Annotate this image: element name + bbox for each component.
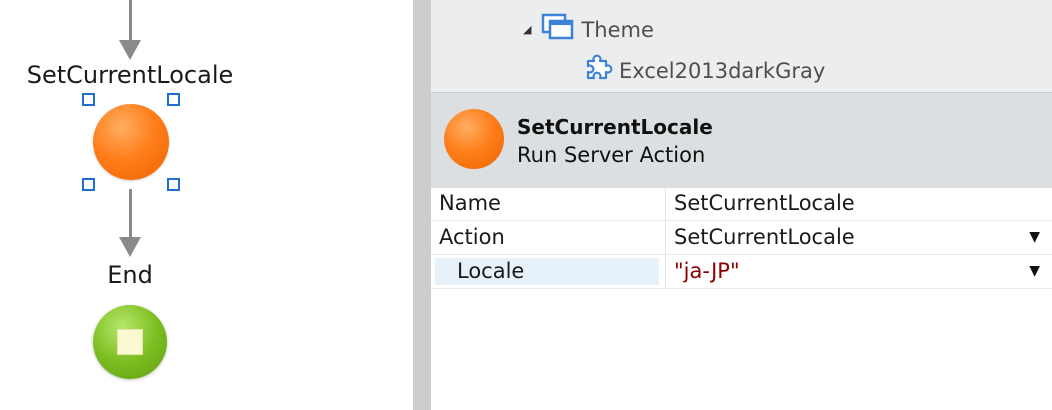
element-tree: ◢ Theme Excel2013darkGray [431, 0, 1052, 92]
property-value-expression[interactable]: "ja-JP" [674, 255, 740, 288]
selection-handle-bottom-left[interactable] [82, 178, 95, 191]
selection-handle-top-right[interactable] [167, 93, 180, 106]
action-node-label: SetCurrentLocale [26, 61, 234, 89]
selection-title: SetCurrentLocale [517, 115, 713, 139]
selection-subtitle: Run Server Action [517, 143, 706, 167]
flow-connector-in [129, 0, 132, 42]
property-name: Name [439, 191, 501, 215]
selection-header: SetCurrentLocale Run Server Action [431, 92, 1052, 188]
property-name: Action [439, 225, 505, 249]
flow-arrow-icon [119, 237, 141, 257]
dropdown-triangle-icon[interactable]: ▼ [1029, 221, 1040, 254]
properties-panel: ◢ Theme Excel2013darkGray SetCurrentLoca… [431, 0, 1052, 410]
theme-windows-icon [541, 13, 575, 46]
property-value-input[interactable]: SetCurrentLocale [674, 187, 855, 220]
dropdown-triangle-icon[interactable]: ▼ [1029, 255, 1040, 288]
property-row-name[interactable]: Name SetCurrentLocale [431, 187, 1052, 221]
selection-handle-top-left[interactable] [82, 93, 95, 106]
run-server-action-icon [444, 109, 504, 169]
flow-connector-out [129, 189, 132, 239]
puzzle-piece-icon [582, 54, 614, 87]
column-divider [665, 221, 666, 254]
property-row-locale[interactable]: Locale "ja-JP" ▼ [431, 255, 1052, 289]
property-row-action[interactable]: Action SetCurrentLocale ▼ [431, 221, 1052, 255]
tree-item-theme-child[interactable]: Excel2013darkGray [582, 54, 825, 87]
flow-arrow-icon [119, 40, 141, 60]
selection-handle-bottom-right[interactable] [167, 178, 180, 191]
flow-canvas[interactable]: SetCurrentLocale End [0, 0, 413, 410]
tree-item-theme-child-label: Excel2013darkGray [619, 58, 826, 83]
column-divider [665, 187, 666, 220]
column-divider [665, 255, 666, 288]
stop-icon [117, 329, 143, 355]
tree-item-theme[interactable]: ◢ Theme [523, 13, 654, 46]
panel-splitter[interactable] [413, 0, 431, 410]
collapse-triangle-icon[interactable]: ◢ [523, 23, 531, 36]
property-name: Locale [457, 259, 525, 283]
property-grid: Name SetCurrentLocale Action SetCurrentL… [431, 187, 1052, 289]
end-node-label: End [107, 261, 153, 289]
end-node[interactable] [93, 305, 167, 379]
run-server-action-node[interactable] [93, 104, 169, 180]
property-value-select[interactable]: SetCurrentLocale [674, 221, 855, 254]
tree-item-theme-label: Theme [581, 17, 654, 42]
